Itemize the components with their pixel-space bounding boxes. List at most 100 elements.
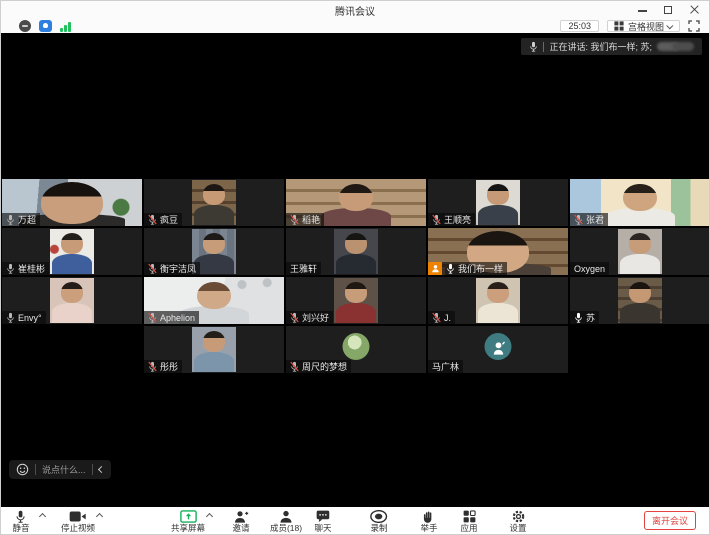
nameplate-inner: Oxygen xyxy=(570,262,609,275)
participant-name: Envy° xyxy=(18,313,42,323)
collapse-chat-icon[interactable] xyxy=(97,466,104,473)
person-silhouette xyxy=(203,331,226,352)
participant-video xyxy=(476,180,520,225)
header-right: 25:03 宫格视图 xyxy=(560,20,701,32)
participant-tile[interactable]: 刘兴好 xyxy=(286,277,426,324)
minimize-button[interactable] xyxy=(637,4,649,16)
maximize-button[interactable] xyxy=(663,4,675,16)
fullscreen-button[interactable] xyxy=(688,20,701,32)
video-area: 正在讲话: 我们布一样; 苏; 万超疯豆稻艳王顺亮张君崔桂彬衡宇洁凤王雅轩我们布… xyxy=(1,33,710,507)
emoji-icon[interactable] xyxy=(16,463,29,476)
mic-muted-icon xyxy=(432,312,441,323)
apps-icon xyxy=(441,509,497,523)
participant-tile[interactable]: 万超 xyxy=(2,179,142,226)
participant-video xyxy=(618,229,662,274)
participant-tile[interactable]: Aphelion xyxy=(144,277,284,324)
participant-name: 王顺亮 xyxy=(444,213,471,226)
participant-nameplate: 万超 xyxy=(2,213,40,226)
fullscreen-icon xyxy=(688,20,700,32)
participant-name: 疯豆 xyxy=(160,213,178,226)
toolbar: 静音停止视频共享屏幕邀请成员(18)聊天录制举手应用设置 离开会议 xyxy=(1,507,709,535)
mic-muted-icon xyxy=(148,312,157,323)
view-mode-label: 宫格视图 xyxy=(628,20,664,33)
participant-tile[interactable]: Oxygen xyxy=(570,228,710,275)
toolbar-button-settings[interactable]: 设置 xyxy=(490,509,546,535)
person-silhouette xyxy=(339,184,373,211)
person-silhouette xyxy=(52,254,92,274)
participant-nameplate: 周尺的梦想 xyxy=(286,360,351,373)
participant-nameplate: 疯豆 xyxy=(144,213,182,226)
toolbar-button-apps[interactable]: 应用 xyxy=(441,509,497,535)
toolbar-button-label: 共享屏幕 xyxy=(160,524,216,532)
video-grid: 万超 疯豆 稻艳 王顺亮 张君崔桂彬 衡宇洁凤 王雅轩 我们布一样 Oxygen Envy° Aph… xyxy=(1,33,710,507)
toolbar-button-share-screen[interactable]: 共享屏幕 xyxy=(160,509,216,535)
participant-tile[interactable]: 周尺的梦想 xyxy=(286,326,426,373)
network-signal-icon[interactable] xyxy=(60,21,71,32)
person-silhouette xyxy=(203,233,226,254)
nameplate-inner: 稻艳 xyxy=(286,213,324,226)
participant-tile[interactable]: 王雅轩 xyxy=(286,228,426,275)
security-shield-icon[interactable] xyxy=(39,20,52,32)
close-button[interactable] xyxy=(689,4,701,16)
nameplate-inner: 苏 xyxy=(570,311,599,324)
meeting-timer: 25:03 xyxy=(560,20,599,32)
participant-tile[interactable]: Envy° xyxy=(2,277,142,324)
person-silhouette xyxy=(52,303,92,323)
avatar xyxy=(485,333,512,360)
nameplate-inner: 崔桂彬 xyxy=(2,262,49,275)
leave-meeting-button[interactable]: 离开会议 xyxy=(644,511,696,530)
toolbar-button-label: 聊天 xyxy=(295,524,351,532)
nameplate-inner: 我们布一样 xyxy=(442,262,507,275)
mic-muted-icon xyxy=(290,361,299,372)
participant-name: 稻艳 xyxy=(302,213,320,226)
person-silhouette xyxy=(620,303,660,323)
nameplate-inner: J. xyxy=(428,311,455,324)
toolbar-button-label: 设置 xyxy=(490,524,546,532)
participant-tile[interactable]: 王顺亮 xyxy=(428,179,568,226)
participant-nameplate: 我们布一样 xyxy=(428,262,507,275)
toolbar-button-label: 录制 xyxy=(351,524,407,532)
mic-muted-icon xyxy=(148,214,157,225)
participant-name: 衡宇洁凤 xyxy=(160,262,196,275)
participant-nameplate: 刘兴好 xyxy=(286,311,333,324)
title-bar: 腾讯会议 xyxy=(1,1,709,19)
participant-video xyxy=(476,278,520,323)
toolbar-button-microphone[interactable]: 静音 xyxy=(0,509,49,535)
toolbar-button-chat[interactable]: 聊天 xyxy=(295,509,351,535)
participant-tile[interactable]: J. xyxy=(428,277,568,324)
participant-tile[interactable]: 稻艳 xyxy=(286,179,426,226)
participant-nameplate: 苏 xyxy=(570,311,599,324)
chat-bar[interactable]: 说点什么... xyxy=(9,460,111,479)
nameplate-inner: 王雅轩 xyxy=(286,262,321,275)
participant-tile[interactable]: 彤彤 xyxy=(144,326,284,373)
nameplate-inner: 周尺的梦想 xyxy=(286,360,351,373)
chat-input-placeholder[interactable]: 说点什么... xyxy=(42,463,86,476)
person-silhouette xyxy=(41,182,103,223)
nameplate-inner: 疯豆 xyxy=(144,213,182,226)
participant-tile[interactable]: 张君 xyxy=(570,179,710,226)
participant-tile[interactable]: 衡宇洁凤 xyxy=(144,228,284,275)
status-icons xyxy=(19,20,71,32)
toolbar-button-record[interactable]: 录制 xyxy=(351,509,407,535)
participant-tile[interactable]: 苏 xyxy=(570,277,710,324)
mic-muted-icon xyxy=(432,214,441,225)
toolbar-button-camera[interactable]: 停止视频 xyxy=(50,509,106,535)
participant-tile[interactable]: 崔桂彬 xyxy=(2,228,142,275)
person-silhouette xyxy=(61,282,84,303)
view-mode-selector[interactable]: 宫格视图 xyxy=(607,20,680,32)
person-silhouette xyxy=(345,282,368,303)
mic-icon xyxy=(6,263,15,274)
nameplate-inner: 王顺亮 xyxy=(428,213,475,226)
participant-tile[interactable]: 马广林 xyxy=(428,326,568,373)
participant-name: 我们布一样 xyxy=(458,262,503,275)
participant-video xyxy=(50,229,94,274)
meeting-info-icon[interactable] xyxy=(19,20,31,32)
mic-icon xyxy=(6,312,15,323)
participant-tile[interactable]: 我们布一样 xyxy=(428,228,568,275)
person-silhouette xyxy=(194,352,234,372)
toolbar-button-label: 停止视频 xyxy=(50,524,106,532)
participant-name: 彤彤 xyxy=(160,360,178,373)
mic-muted-icon xyxy=(148,263,157,274)
participant-tile[interactable]: 疯豆 xyxy=(144,179,284,226)
person-silhouette xyxy=(620,254,660,274)
